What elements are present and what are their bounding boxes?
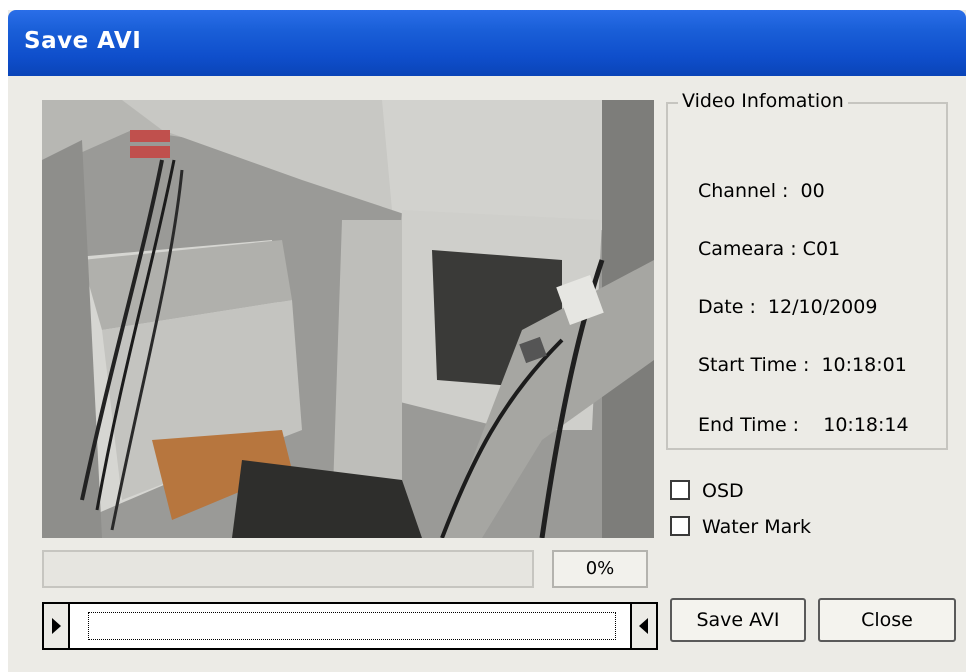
save-progress-bar <box>42 550 534 588</box>
end-time-label: End Time : 10:18:14 <box>698 414 909 436</box>
watermark-checkbox[interactable] <box>670 516 690 536</box>
channel-label: Channel : 00 <box>698 180 825 202</box>
watermark-label: Water Mark <box>702 516 812 538</box>
osd-checkbox[interactable] <box>670 480 690 500</box>
osd-label: OSD <box>702 480 744 502</box>
video-preview <box>42 100 654 538</box>
video-info-group <box>666 102 948 450</box>
camera-label: Cameara : C01 <box>698 238 841 260</box>
progress-percent: 0% <box>552 550 648 588</box>
slider-end-button[interactable] <box>630 604 656 648</box>
play-left-icon <box>639 618 648 634</box>
slider-start-button[interactable] <box>44 604 70 648</box>
play-right-icon <box>52 618 61 634</box>
video-info-title: Video Infomation <box>678 90 848 112</box>
title-bar[interactable]: Save AVI <box>8 10 966 76</box>
close-button[interactable]: Close <box>818 598 956 642</box>
save-avi-button[interactable]: Save AVI <box>670 598 806 642</box>
slider-track[interactable] <box>88 612 616 640</box>
time-slider[interactable] <box>42 602 658 650</box>
camera-frame-image <box>42 100 654 538</box>
date-label: Date : 12/10/2009 <box>698 296 878 318</box>
start-time-label: Start Time : 10:18:01 <box>698 354 907 376</box>
window-title: Save AVI <box>24 28 142 54</box>
